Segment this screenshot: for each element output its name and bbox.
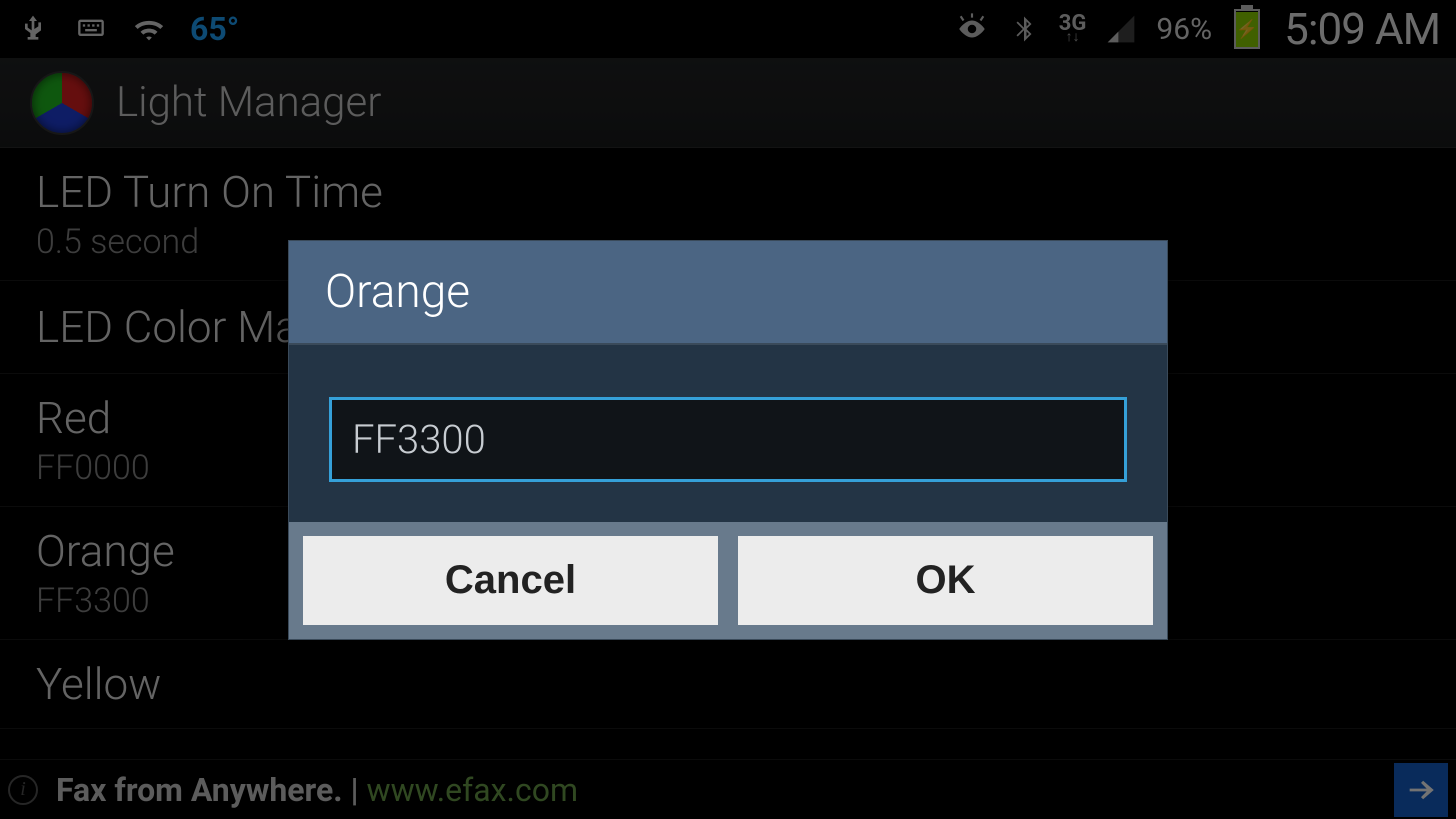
dialog-button-bar: Cancel OK bbox=[289, 522, 1167, 639]
edit-color-dialog: Orange Cancel OK bbox=[288, 240, 1168, 640]
ok-button[interactable]: OK bbox=[738, 536, 1153, 625]
cancel-button[interactable]: Cancel bbox=[303, 536, 718, 625]
color-hex-input[interactable] bbox=[329, 397, 1127, 482]
dialog-title: Orange bbox=[289, 241, 1167, 345]
